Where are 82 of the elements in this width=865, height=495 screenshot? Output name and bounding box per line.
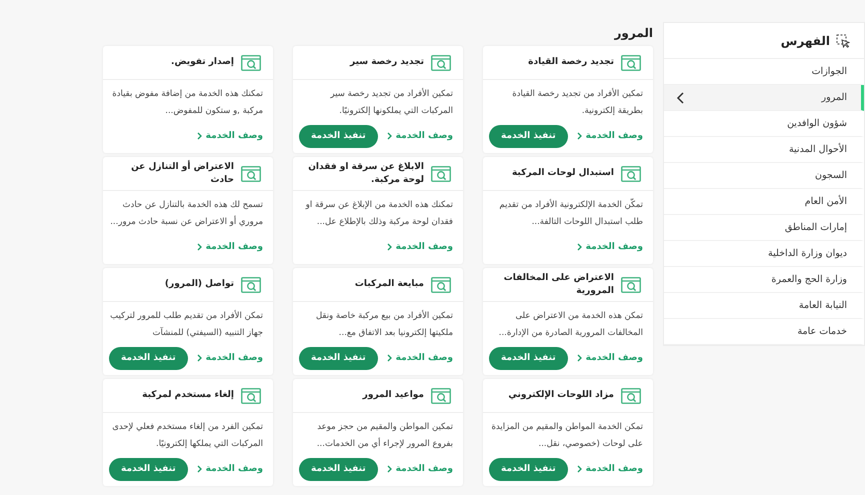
execute-service-button[interactable]: تنفيذ الخدمة <box>299 346 378 370</box>
service-description-link[interactable]: وصف الخدمة <box>386 131 453 141</box>
execute-service-button[interactable]: تنفيذ الخدمة <box>489 346 568 370</box>
service-description: تمكنك هذه الخدمة من إضافة مفوض بقيادة مركبة ,و ستكون للمفوض... <box>111 88 263 118</box>
search-window-icon <box>241 388 261 404</box>
service-description: تمكين الأفراد من تجديد رخصة سير المركبات التي يملكونها إلكترونيًا. <box>329 87 453 118</box>
service-description: تسمح لك هذه الخدمة بالتنازل عن حادث مروري أو الاعتراض عن نسبة حادث مرور... <box>109 199 263 229</box>
sidebar-item[interactable]: شؤون الوافدين <box>664 111 864 137</box>
chevron-right-icon <box>196 132 202 140</box>
execute-service-button[interactable]: تنفيذ الخدمة <box>109 346 188 370</box>
chevron-right-icon <box>576 354 582 362</box>
search-window-icon <box>241 54 261 70</box>
service-description-link[interactable]: وصف الخدمة <box>576 464 643 474</box>
service-title: مواعيد المرور <box>362 389 424 402</box>
service-description-link[interactable]: وصف الخدمة <box>576 131 643 141</box>
cursor-icon <box>836 34 850 48</box>
chevron-right-icon <box>386 465 392 473</box>
service-description-link[interactable]: وصف الخدمة <box>386 353 453 363</box>
chevron-right-icon <box>196 354 202 362</box>
execute-service-button[interactable]: تنفيذ الخدمة <box>299 458 378 480</box>
service-description: تمكن الخدمة المواطن والمقيم من المزايدة على لوحات (خصوصي، نقل... <box>490 421 643 451</box>
chevron-right-icon <box>386 354 392 362</box>
service-description: تمكنك هذه الخدمة من الإبلاغ عن سرقة او فقدان لوحة مركبة وذلك بالإطلاع عل... <box>304 199 453 229</box>
service-title: الابلاغ عن سرقة او فقدان لوحة مركبة. <box>307 160 424 186</box>
search-window-icon <box>621 276 641 292</box>
sidebar-item[interactable]: المرور <box>664 85 864 111</box>
service-description-link[interactable]: وصف الخدمة <box>576 353 643 363</box>
service-title: إصدار تفويض. <box>171 56 234 69</box>
execute-service-button[interactable]: تنفيذ الخدمة <box>489 124 568 148</box>
sidebar-item[interactable]: إمارات المناطق <box>664 215 864 241</box>
service-title: استبدال لوحات المركبة <box>512 167 614 180</box>
execute-service-button[interactable]: تنفيذ الخدمة <box>489 458 568 480</box>
search-window-icon <box>431 166 451 182</box>
service-description-link[interactable]: وصف الخدمة <box>196 242 263 252</box>
search-window-icon <box>241 166 261 182</box>
service-description-link[interactable]: وصف الخدمة <box>196 464 263 474</box>
search-window-icon <box>621 388 641 404</box>
chevron-right-icon <box>576 243 582 251</box>
chevron-right-icon <box>196 465 202 473</box>
service-title: تجديد رخصة سير <box>350 56 424 69</box>
sidebar-item[interactable]: ديوان وزارة الداخلية <box>664 241 864 267</box>
service-description: تمكّن الخدمة الإلكترونية الأفراد من تقديم طلب استبدال اللوحات التالفة... <box>498 197 643 229</box>
sidebar-item[interactable]: وزارة الحج والعمرة <box>664 267 864 293</box>
chevron-right-icon <box>576 132 582 140</box>
service-title: مزاد اللوحات الإلكتروني <box>508 389 614 402</box>
chevron-right-icon <box>386 243 392 251</box>
service-description: تمكين الأفراد من تجديد رخصة القيادة بطريقة إلكترونية. <box>511 87 643 118</box>
service-title: إلغاء مستخدم لمركبة <box>142 389 234 402</box>
search-window-icon <box>621 166 641 182</box>
search-window-icon <box>431 276 451 292</box>
sidebar-item[interactable]: السجون <box>664 163 864 189</box>
search-window-icon <box>431 388 451 404</box>
service-title: تجديد رخصة القيادة <box>528 56 614 69</box>
service-title: الاعتراض على المخالفات المرورية <box>502 272 614 298</box>
sidebar-title: الفهرس <box>780 34 830 48</box>
service-description: تمكين الفرد من إلغاء مستخدم فعلي لإحدى المركبات التي يملكها إلكترونيًا. <box>111 421 263 451</box>
chevron-right-icon <box>386 132 392 140</box>
service-title: الاعتراض أو التنازل عن حادث <box>130 160 234 186</box>
sidebar-item[interactable]: النيابة العامة <box>664 293 864 319</box>
sidebar-item[interactable]: خدمات عامة <box>664 319 864 345</box>
service-description: تمكن الأفراد من تقديم طلب للمرور لتركيب جهاز التنبيه (السيفتي) للمنشآت <box>109 309 263 340</box>
service-description: تمكين المواطن والمقيم من حجز موعد بفروع المرور لإجراء أي من الخدمات... <box>316 421 453 451</box>
service-title: مبايعة المركبات <box>354 278 424 291</box>
search-window-icon <box>621 54 641 70</box>
service-description-link[interactable]: وصف الخدمة <box>386 464 453 474</box>
sidebar-item[interactable]: الأحوال المدنية <box>664 137 864 163</box>
service-description: تمكن هذه الخدمة من الاعتراض على المخالفات المرورية الصادرة من الإدارة... <box>498 310 643 340</box>
search-window-icon <box>431 54 451 70</box>
sidebar-item[interactable]: الأمن العام <box>664 189 864 215</box>
service-description-link[interactable]: وصف الخدمة <box>386 242 453 252</box>
section-heading: المرور <box>613 26 653 40</box>
chevron-left-icon <box>676 92 684 104</box>
service-title: تواصل (المرور) <box>164 278 234 291</box>
chevron-right-icon <box>196 243 202 251</box>
execute-service-button[interactable]: تنفيذ الخدمة <box>299 124 378 148</box>
service-description-link[interactable]: وصف الخدمة <box>196 353 263 363</box>
service-description: تمكين الأفراد من بيع مركبة خاصة ونقل ملكيتها إلكترونيا بعد الاتفاق مع... <box>314 309 453 340</box>
search-window-icon <box>241 276 261 292</box>
execute-service-button[interactable]: تنفيذ الخدمة <box>109 458 188 480</box>
service-description-link[interactable]: وصف الخدمة <box>196 131 263 141</box>
chevron-right-icon <box>576 465 582 473</box>
service-description-link[interactable]: وصف الخدمة <box>576 242 643 252</box>
